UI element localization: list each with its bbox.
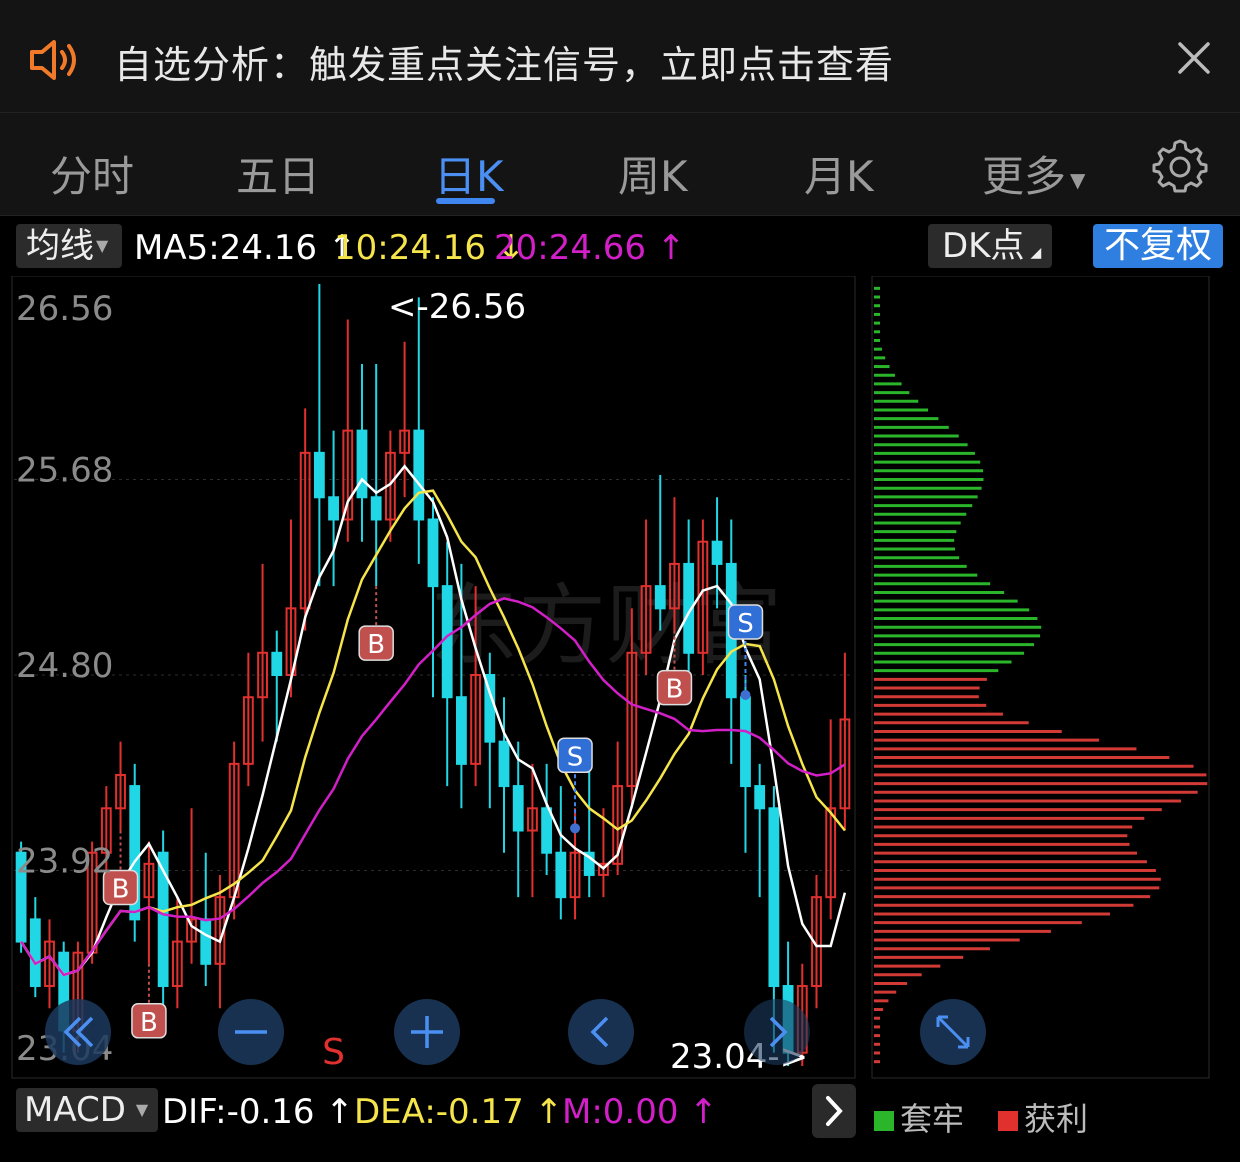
ma20-value: 20:24.66 ↑ <box>494 228 686 268</box>
tab-weekly-k[interactable]: 周K <box>618 143 688 204</box>
legend-profit-label: 获利 <box>1024 1100 1089 1138</box>
candle-body <box>313 451 325 499</box>
buy-signal-label: B <box>666 675 684 705</box>
macd-indicator-bar: MACD ▼ DIF:-0.16 ↑ DEA:-0.17 ↑ M:0.00 ↑ 套… <box>0 1084 1240 1138</box>
candle-body <box>200 918 212 965</box>
dropdown-caret-icon: ▼ <box>96 236 109 255</box>
tab-monthly-k[interactable]: 月K <box>804 143 874 204</box>
expand-indicator-button[interactable] <box>812 1084 856 1138</box>
candle-body <box>654 585 666 610</box>
buy-signal-label: B <box>367 630 385 660</box>
candle-body <box>328 496 339 521</box>
legend-trapped: 套牢 <box>874 1094 964 1140</box>
candle-body <box>441 585 453 699</box>
speaker-icon <box>30 40 76 80</box>
adjust-toggle-button[interactable]: 不复权 <box>1093 224 1223 268</box>
notification-bar[interactable]: 自选分析：触发重点关注信号，立即点击查看 <box>0 0 1240 113</box>
candle-body <box>711 540 723 565</box>
active-tab-indicator <box>436 198 495 204</box>
candle-body <box>555 851 567 899</box>
legend-trapped-label: 套牢 <box>900 1100 965 1138</box>
fullscreen-button[interactable] <box>920 999 986 1065</box>
candle-body <box>271 651 283 676</box>
candle-body <box>29 918 41 988</box>
scroll-right-button[interactable] <box>744 999 810 1065</box>
sell-signal-label: S <box>567 742 584 772</box>
legend-swatch-green <box>874 1111 894 1131</box>
candle-body <box>740 696 751 788</box>
tab-more-label: 更多 <box>982 152 1067 201</box>
volume-profile <box>874 286 1208 1064</box>
tab-five-day[interactable]: 五日 <box>236 143 320 204</box>
candle-body <box>541 807 553 854</box>
close-icon[interactable] <box>1176 40 1212 76</box>
zoom-out-button[interactable] <box>218 999 284 1065</box>
y-tick-label: 26.56 <box>16 289 113 329</box>
high-price-label: <-26.56 <box>388 287 526 327</box>
legend-swatch-red <box>998 1111 1018 1131</box>
y-tick-label: 23.92 <box>16 842 113 882</box>
candle-body <box>498 740 510 788</box>
corner-caret-icon: ◢ <box>1030 245 1042 261</box>
ma-selector[interactable]: 均线 ▼ <box>16 224 122 268</box>
scroll-left-fast-button[interactable] <box>45 999 111 1065</box>
signal-dot <box>740 690 751 700</box>
tab-intraday[interactable]: 分时 <box>50 143 134 204</box>
sell-signal-text: S <box>322 1032 345 1073</box>
macd-dea-value: DEA:-0.17 ↑ <box>354 1092 564 1132</box>
dk-point-label: DK点 <box>942 226 1025 266</box>
kline-chart[interactable]: 东方财富 BBSBSBS 26.5625.6824.8023.9223.04 <… <box>0 276 1240 1084</box>
dropdown-caret-icon: ▼ <box>135 1100 149 1119</box>
y-tick-label: 25.68 <box>16 451 113 491</box>
notification-text[interactable]: 自选分析：触发重点关注信号，立即点击查看 <box>114 34 894 89</box>
tab-more[interactable]: 更多 ▼ <box>982 143 1085 204</box>
candle-body <box>413 429 425 521</box>
period-tabs: 分时 五日 日K 周K 月K 更多 ▼ <box>0 113 1240 216</box>
legend-profit: 获利 <box>998 1094 1088 1140</box>
macd-m-value: M:0.00 ↑ <box>562 1092 718 1132</box>
y-tick-label: 24.80 <box>16 646 113 686</box>
candle-body <box>356 429 368 499</box>
signal-dot <box>570 823 581 834</box>
buy-signal-label: B <box>112 875 130 905</box>
sell-signal-label: S <box>737 609 754 639</box>
dk-point-button[interactable]: DK点 ◢ <box>928 224 1052 268</box>
ma5-value: MA5:24.16 ↑ <box>134 228 357 268</box>
candle-body <box>456 696 467 765</box>
ma-indicator-bar: 均线 ▼ MA5:24.16 ↑ 10:24.16 ↓ 20:24.66 ↑ DK… <box>0 220 1240 275</box>
dropdown-caret-icon: ▼ <box>1070 167 1086 192</box>
candle-body <box>512 785 524 832</box>
macd-selector[interactable]: MACD ▼ <box>16 1088 158 1132</box>
tab-daily-k[interactable]: 日K <box>434 143 504 204</box>
zoom-in-button[interactable] <box>394 999 460 1065</box>
ma-selector-label: 均线 <box>26 226 94 266</box>
buy-signal-label: B <box>140 1008 158 1038</box>
macd-selector-label: MACD <box>24 1090 126 1130</box>
macd-dif-value: DIF:-0.16 ↑ <box>162 1092 354 1132</box>
candle-body <box>754 785 766 810</box>
candle-body <box>427 518 439 588</box>
candle-body <box>370 496 382 521</box>
scroll-left-button[interactable] <box>568 999 634 1065</box>
candle-body <box>768 807 780 988</box>
chevron-right-icon <box>826 1096 843 1126</box>
gear-icon[interactable] <box>1152 137 1208 193</box>
